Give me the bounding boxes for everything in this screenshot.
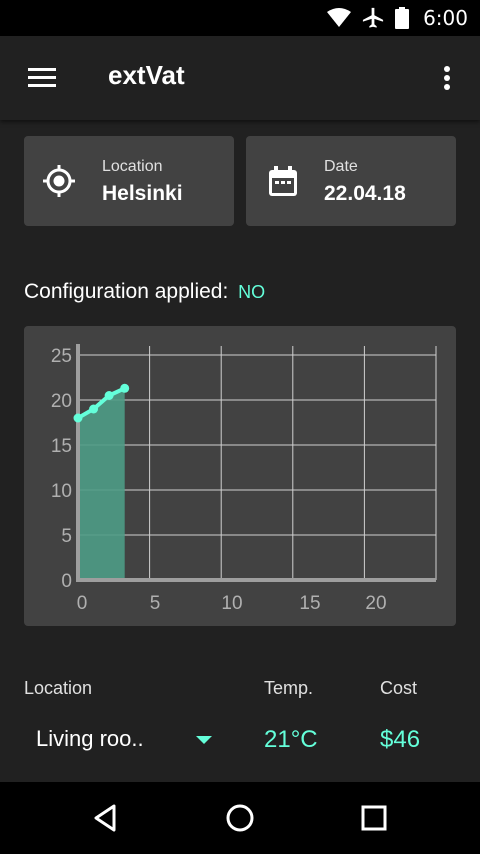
date-label: Date xyxy=(324,158,358,175)
cost-value: $46 xyxy=(380,726,421,753)
y-tick-label: 10 xyxy=(51,481,72,502)
y-tick-label: 5 xyxy=(61,526,72,547)
location-dropdown-value: Living roo.. xyxy=(36,726,144,751)
chart-svg: 0 5 10 15 20 25 0 5 10 15 20 xyxy=(51,344,437,614)
dropdown-arrow-icon xyxy=(196,736,212,744)
more-vert-icon[interactable] xyxy=(434,62,460,94)
x-tick-label: 0 xyxy=(77,593,88,614)
recents-icon[interactable] xyxy=(356,800,392,836)
x-tick-label: 5 xyxy=(150,593,161,614)
data-point xyxy=(73,413,83,423)
x-tick-label: 15 xyxy=(299,593,320,614)
location-value: Helsinki xyxy=(102,182,183,205)
y-tick-label: 0 xyxy=(61,571,72,592)
clock: 6:00 xyxy=(423,6,468,30)
y-tick-label: 20 xyxy=(51,391,72,412)
config-label: Configuration applied: xyxy=(24,280,229,303)
temp-column-header: Temp. xyxy=(264,678,314,698)
location-crosshair-icon xyxy=(43,165,75,197)
wifi-icon xyxy=(327,8,352,27)
data-point xyxy=(104,391,114,400)
y-tick-label: 25 xyxy=(51,346,72,367)
temperature-chart[interactable]: 0 5 10 15 20 25 0 5 10 15 20 xyxy=(24,326,456,626)
x-tick-label: 20 xyxy=(365,593,386,614)
location-card[interactable]: Location Helsinki xyxy=(24,136,234,226)
date-card[interactable]: Date 22.04.18 xyxy=(246,136,456,226)
navigation-bar xyxy=(0,782,480,854)
hamburger-icon[interactable] xyxy=(24,64,58,92)
config-value: NO xyxy=(238,282,266,302)
location-label: Location xyxy=(102,158,163,175)
temp-value: 21°C xyxy=(264,726,318,753)
date-value: 22.04.18 xyxy=(324,182,406,205)
status-bar: 6:00 xyxy=(0,0,480,36)
series-area xyxy=(78,388,125,580)
location-column-header: Location xyxy=(24,678,93,698)
calendar-icon xyxy=(269,166,297,196)
back-icon[interactable] xyxy=(88,800,124,836)
data-point xyxy=(89,404,99,414)
config-status: Configuration applied: NO xyxy=(24,280,265,304)
location-dropdown[interactable]: Living roo.. xyxy=(36,726,226,756)
app-bar: extVat xyxy=(0,36,480,120)
cost-column-header: Cost xyxy=(380,678,418,698)
data-point xyxy=(120,383,130,393)
home-icon[interactable] xyxy=(222,800,258,836)
battery-icon xyxy=(395,7,410,29)
airplane-icon xyxy=(362,7,384,28)
app-title: extVat xyxy=(108,60,185,90)
y-tick-label: 15 xyxy=(51,436,72,457)
x-tick-label: 10 xyxy=(221,593,242,614)
